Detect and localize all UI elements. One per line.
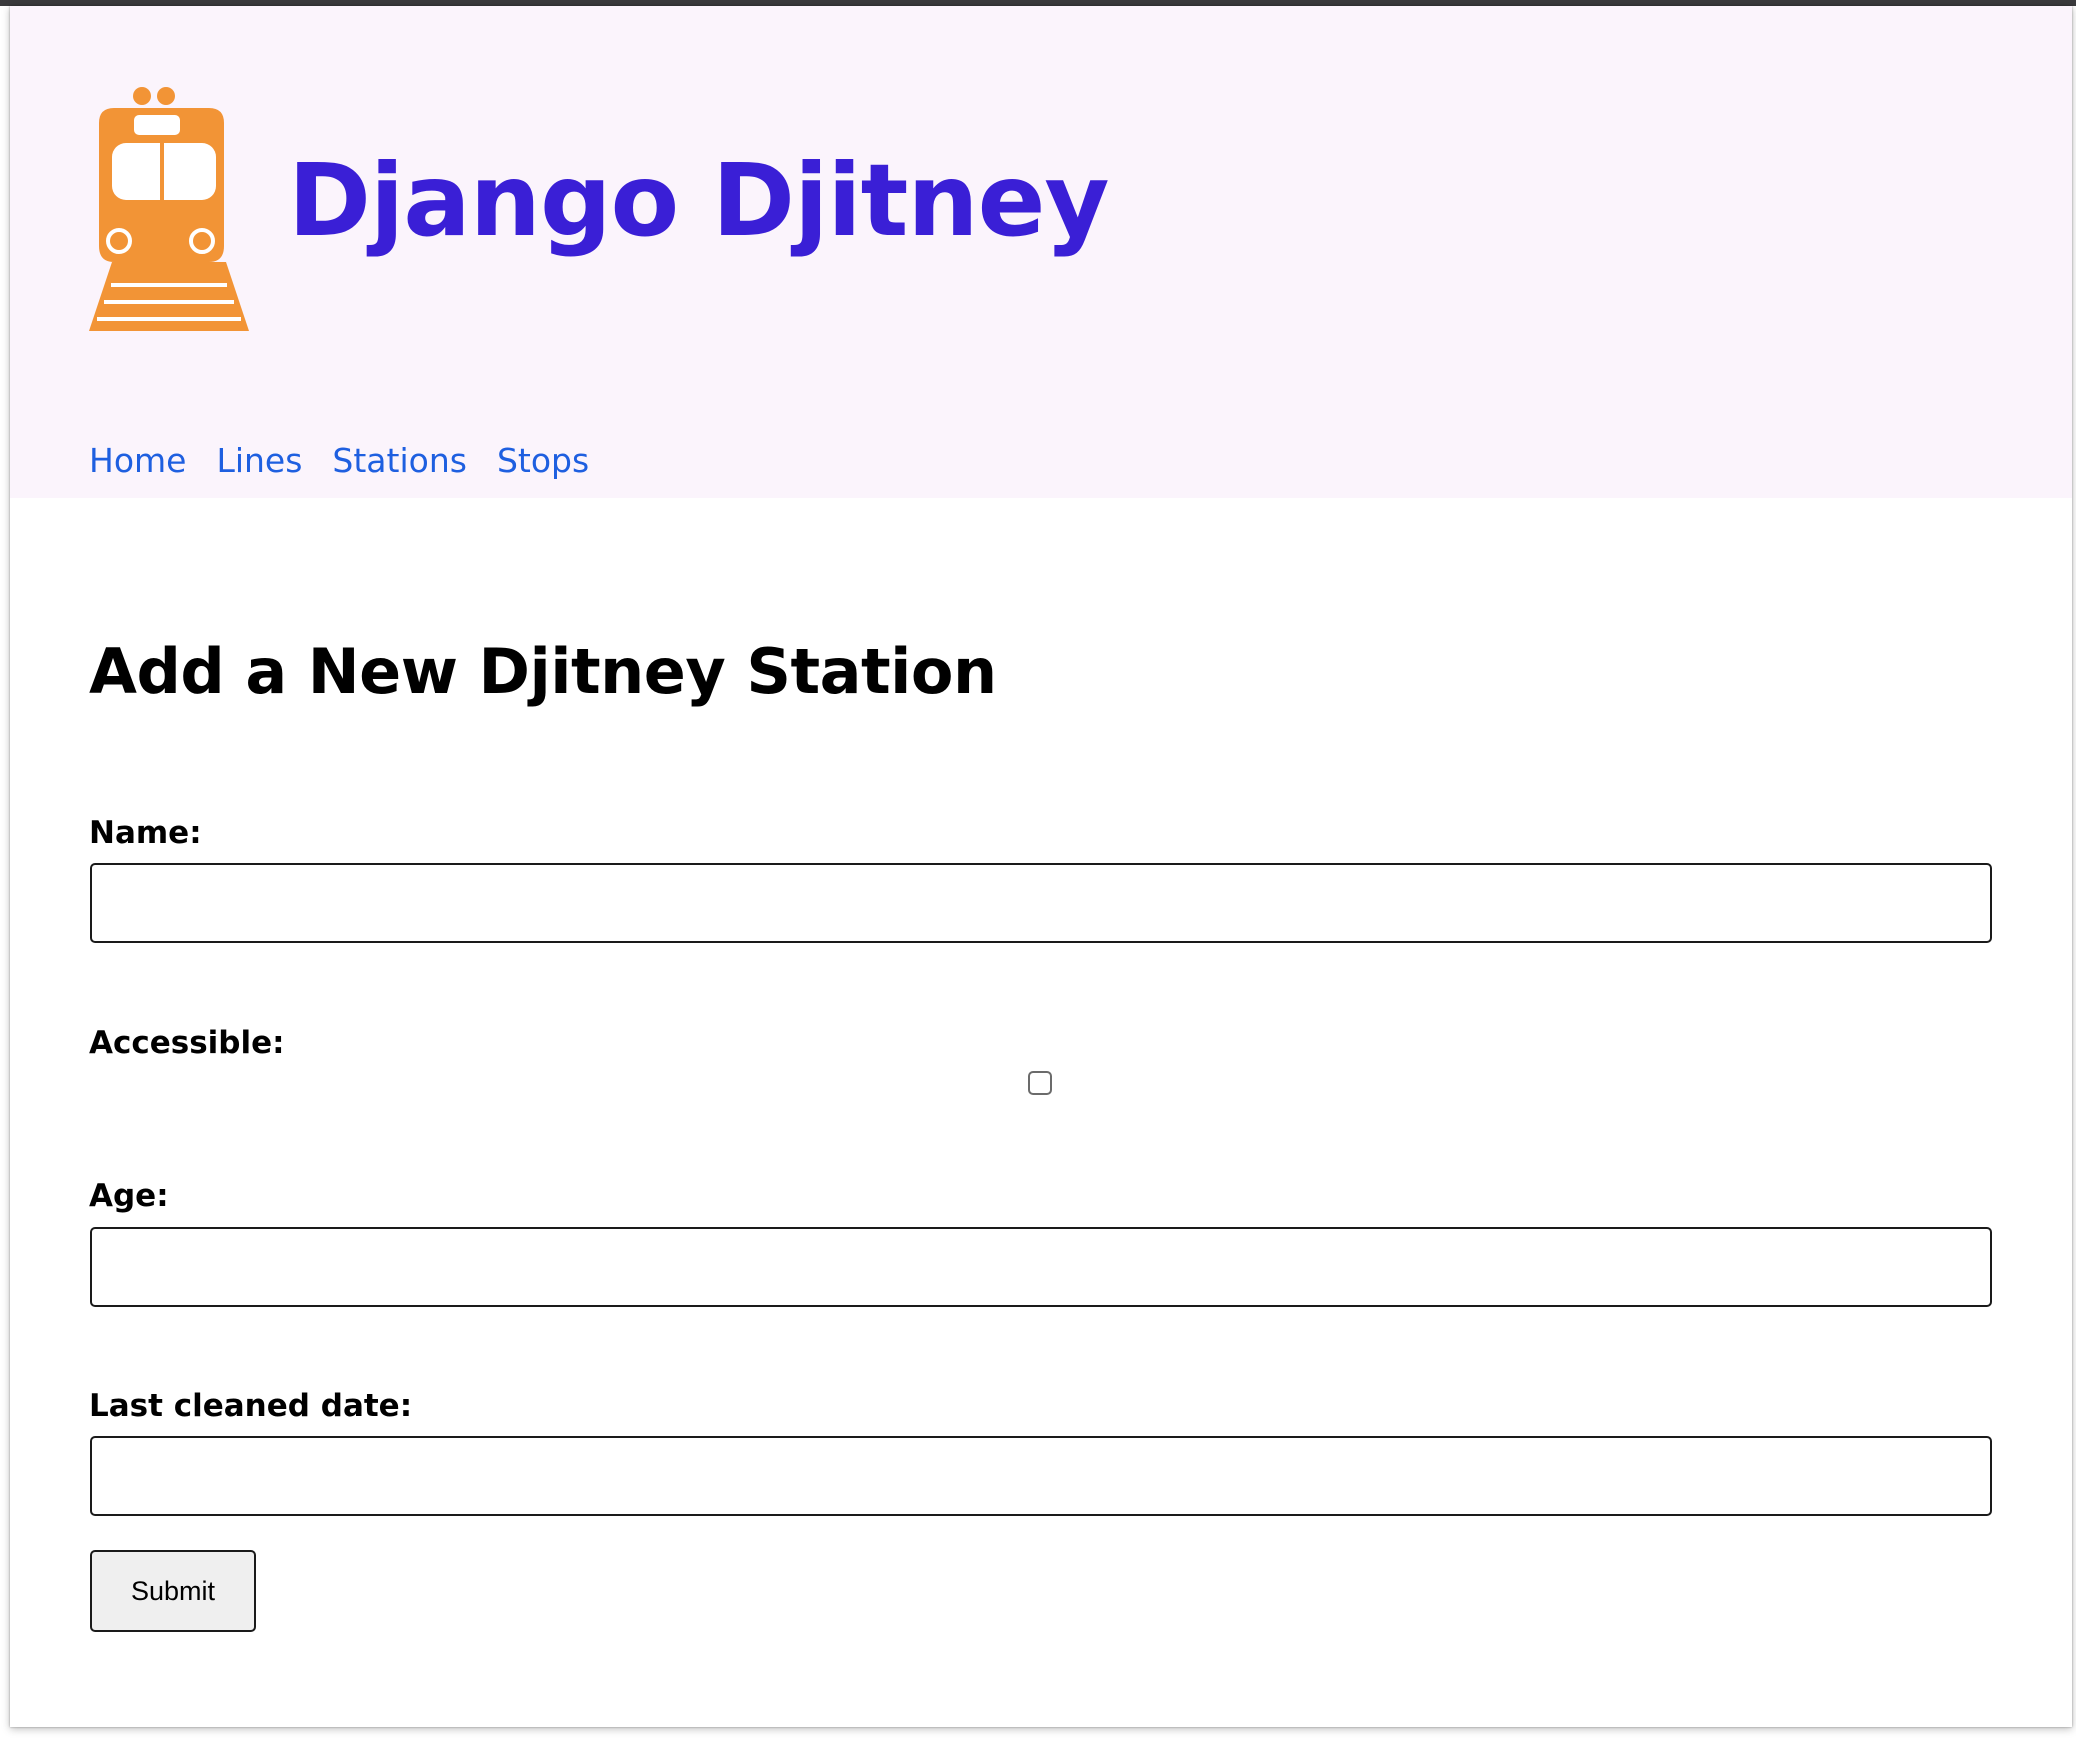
age-label: Age: <box>89 1178 169 1214</box>
nav-link-home[interactable]: Home <box>89 441 186 480</box>
nav-item-stops: Stops <box>497 444 589 477</box>
accessible-checkbox[interactable] <box>1028 1071 1052 1095</box>
nav-item-lines: Lines <box>216 444 302 477</box>
last-cleaned-date-label: Last cleaned date: <box>89 1388 413 1424</box>
page-window: Django Djitney Home Lines Stations Stops… <box>10 6 2072 1727</box>
name-input[interactable] <box>90 863 1992 943</box>
nav-item-home: Home <box>89 444 186 477</box>
page-heading: Add a New Djitney Station <box>89 635 997 708</box>
site-header: Django Djitney Home Lines Stations Stops <box>10 6 2072 498</box>
train-icon[interactable] <box>89 86 249 331</box>
age-input[interactable] <box>90 1227 1992 1307</box>
nav-link-lines[interactable]: Lines <box>216 441 302 480</box>
last-cleaned-date-input[interactable] <box>90 1436 1992 1516</box>
main-nav: Home Lines Stations Stops <box>89 444 589 477</box>
name-label: Name: <box>89 815 202 851</box>
nav-link-stations[interactable]: Stations <box>332 441 467 480</box>
accessible-label: Accessible: <box>89 1025 285 1061</box>
site-title[interactable]: Django Djitney <box>288 151 1110 251</box>
nav-link-stops[interactable]: Stops <box>497 441 589 480</box>
nav-item-stations: Stations <box>332 444 467 477</box>
submit-button[interactable]: Submit <box>90 1550 256 1632</box>
